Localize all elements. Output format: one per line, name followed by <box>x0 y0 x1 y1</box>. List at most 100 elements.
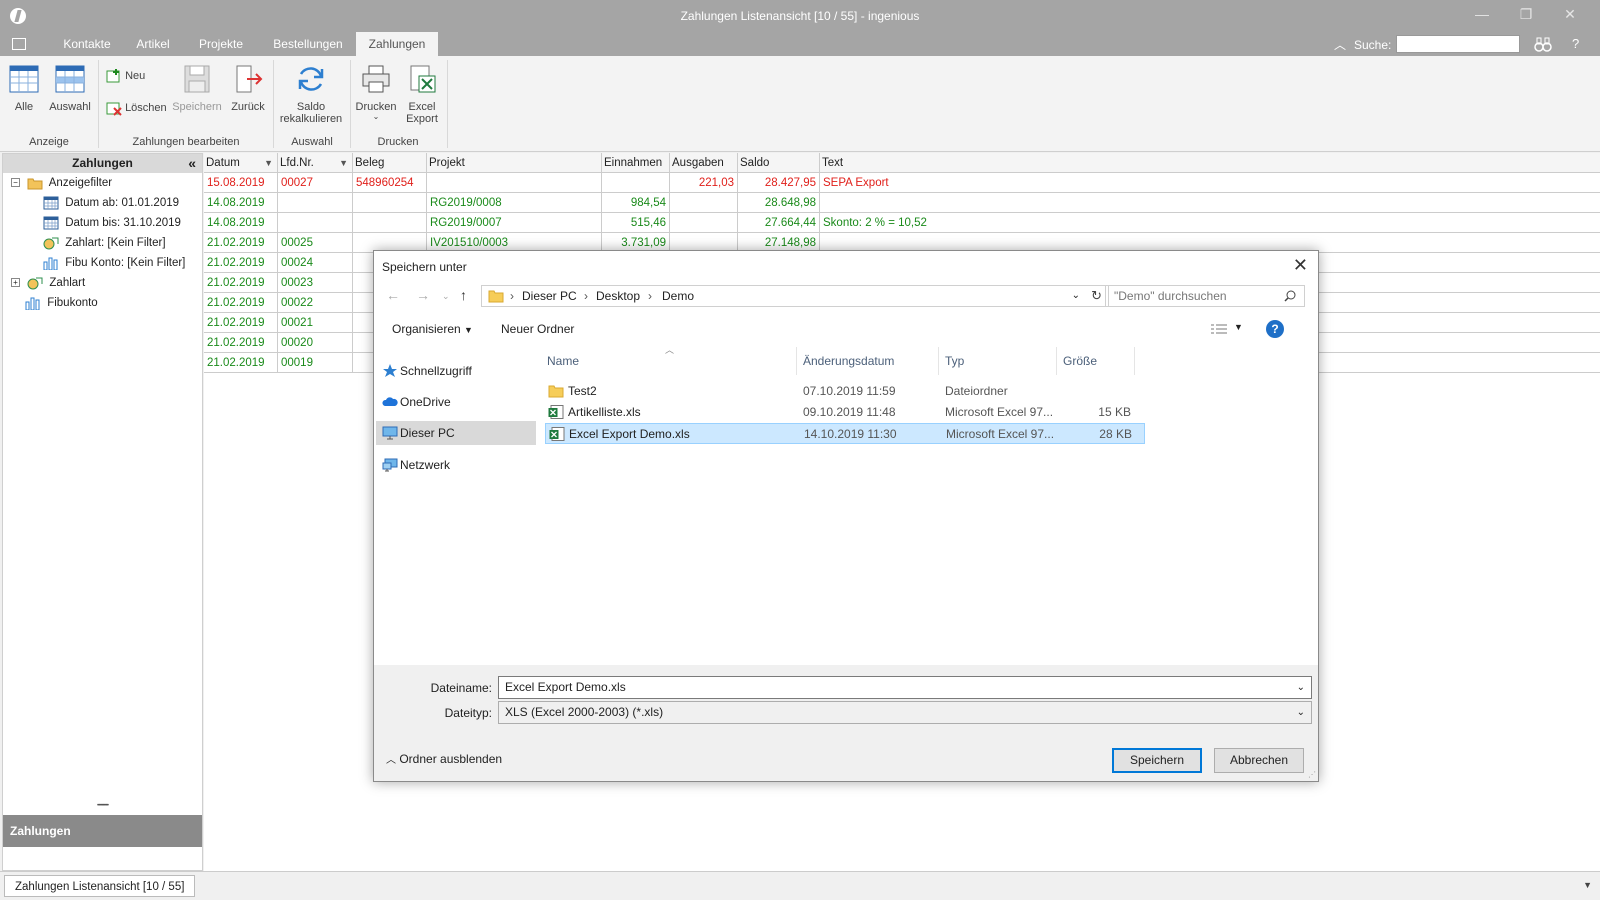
saldo-rekalkulieren-button[interactable]: Saldo rekalkulieren <box>278 64 344 125</box>
excel-label-line2: Export <box>406 113 438 125</box>
alle-button[interactable]: Alle <box>6 64 42 113</box>
excel-export-button[interactable]: Excel Export <box>402 64 442 125</box>
address-bar[interactable]: › Dieser PC › Desktop › Demo ⌄ ↻ <box>481 285 1109 307</box>
file-col-name[interactable]: Name <box>541 347 797 375</box>
col-projekt[interactable]: Projekt <box>427 153 602 173</box>
loeschen-button[interactable]: Löschen <box>106 100 170 116</box>
tab-bestellungen[interactable]: Bestellungen <box>266 32 350 56</box>
nav-onedrive[interactable]: OneDrive <box>376 390 536 414</box>
file-type: Dateiordner <box>945 384 1008 398</box>
col-datum[interactable]: Datum ▼ <box>204 153 278 173</box>
nav-netzwerk[interactable]: Netzwerk <box>376 453 536 477</box>
minimize-button[interactable]: — <box>1472 6 1492 22</box>
auswahl-label: Auswahl <box>49 101 91 113</box>
sidebar: Zahlungen « − Anzeigefilter Datum ab: 01… <box>2 153 203 871</box>
neuer-ordner-button[interactable]: Neuer Ordner <box>501 322 574 336</box>
nav-dieser-pc[interactable]: Dieser PC <box>376 421 536 445</box>
drucken-dropdown-icon[interactable]: ⌄ <box>354 113 398 121</box>
sort-down-icon[interactable]: ▼ <box>264 153 273 173</box>
tab-projekte[interactable]: Projekte <box>190 32 252 56</box>
view-options-icon[interactable] <box>1210 323 1228 335</box>
tree-item-zahlart-filter[interactable]: Zahlart: [Kein Filter] <box>43 234 166 252</box>
table-row[interactable]: 14.08.2019 RG2019/0007 515,46 27.664,44 Skon… <box>204 213 1600 233</box>
organisieren-button[interactable]: Organisieren ▼ <box>392 322 473 336</box>
tree-item-datum-ab[interactable]: Datum ab: 01.01.2019 <box>43 194 179 212</box>
filetype-select[interactable]: XLS (Excel 2000-2003) (*.xls) ⌄ <box>498 701 1312 724</box>
file-item[interactable]: Excel Export Demo.xls 14.10.2019 11:30 Mic… <box>545 423 1145 444</box>
tree-item-fibukonto[interactable]: Fibukonto <box>25 294 98 312</box>
refresh-icon[interactable]: ↻ <box>1091 286 1102 306</box>
drucken-button[interactable]: Drucken ⌄ <box>354 64 398 121</box>
ribbon-collapse-icon[interactable]: ︿ <box>1334 36 1346 53</box>
bar-chart-icon <box>43 257 58 270</box>
restore-button[interactable]: ❐ <box>1516 6 1536 23</box>
up-arrow-icon[interactable]: ↑ <box>460 287 467 303</box>
tree-expand-icon[interactable]: + <box>11 278 20 288</box>
sidebar-splitter-grip[interactable]: •••••••••• <box>3 803 202 809</box>
resize-grip-icon[interactable]: ⋰ <box>1308 770 1316 779</box>
auswahl-button[interactable]: Auswahl <box>48 64 92 113</box>
table-row[interactable]: 15.08.2019 00027 548960254 221,03 28.427,95 S… <box>204 173 1600 193</box>
sidebar-collapse-icon[interactable]: « <box>188 155 196 171</box>
tree-item-datum-bis[interactable]: Datum bis: 31.10.2019 <box>43 214 181 232</box>
recent-dropdown-icon[interactable]: ⌄ <box>442 291 450 302</box>
file-col-type[interactable]: Typ <box>939 347 1057 375</box>
back-arrow-icon[interactable]: ← <box>386 287 400 303</box>
ordner-ausblenden-button[interactable]: ︿ Ordner ausblenden <box>386 751 502 766</box>
file-col-date[interactable]: Änderungsdatum <box>797 347 939 375</box>
tab-artikel[interactable]: Artikel <box>127 32 179 56</box>
ribbon-separator <box>350 60 351 148</box>
tree-label: Datum ab: 01.01.2019 <box>65 197 180 209</box>
help-icon[interactable]: ? <box>1572 36 1579 51</box>
filename-input[interactable]: Excel Export Demo.xls ⌄ <box>498 676 1312 699</box>
col-saldo[interactable]: Saldo <box>738 153 820 173</box>
col-einnahmen[interactable]: Einnahmen <box>602 153 670 173</box>
breadcrumb-desktop[interactable]: Desktop <box>596 286 640 306</box>
speichern-button[interactable]: Speichern <box>172 64 222 113</box>
tab-zahlungen[interactable]: Zahlungen <box>356 32 438 56</box>
table-cell <box>670 213 738 233</box>
sidebar-bottom-section[interactable]: Zahlungen <box>3 815 202 847</box>
view-dropdown-icon[interactable]: ▼ <box>1234 322 1243 332</box>
save-button[interactable]: Speichern <box>1112 748 1202 773</box>
dialog-search-input[interactable]: "Demo" durchsuchen <box>1105 285 1305 307</box>
sort-down-icon[interactable]: ▼ <box>339 153 348 173</box>
group-zahlungen-bearbeiten-label: Zahlungen bearbeiten <box>132 136 240 148</box>
file-item[interactable]: Test2 07.10.2019 11:59 Dateiordner <box>545 381 1145 402</box>
close-window-button[interactable]: ✕ <box>1560 6 1580 23</box>
col-text[interactable]: Text <box>820 153 1600 173</box>
file-item[interactable]: Artikelliste.xls 09.10.2019 11:48 Microsof… <box>545 402 1145 423</box>
ribbon-separator <box>98 60 99 148</box>
table-cell: 00020 <box>278 333 353 353</box>
forward-arrow-icon[interactable]: → <box>416 287 430 303</box>
status-dropdown-icon[interactable]: ▼ <box>1583 880 1592 890</box>
binoculars-icon[interactable] <box>1534 36 1552 52</box>
address-dropdown-icon[interactable]: ⌄ <box>1072 286 1080 306</box>
tree-expand-icon[interactable]: − <box>11 178 20 188</box>
col-beleg[interactable]: Beleg <box>353 153 427 173</box>
tree-label: Zahlart <box>49 277 86 289</box>
search-input[interactable] <box>1396 35 1520 53</box>
dialog-close-button[interactable]: ✕ <box>1293 255 1308 276</box>
tree-item-anzeigefilter[interactable]: − Anzeigefilter <box>11 174 112 192</box>
breadcrumb-demo[interactable]: Demo <box>662 286 694 306</box>
col-ausgaben[interactable]: Ausgaben <box>670 153 738 173</box>
table-row[interactable]: 14.08.2019 RG2019/0008 984,54 28.648,98 <box>204 193 1600 213</box>
tree-item-zahlart[interactable]: + Zahlart <box>11 274 85 292</box>
col-label: Lfd.Nr. <box>280 157 314 169</box>
nav-schnellzugriff[interactable]: Schnellzugriff <box>376 359 536 383</box>
neu-button[interactable]: Neu <box>106 68 154 84</box>
help-icon[interactable]: ? <box>1266 320 1284 338</box>
col-lfdnr[interactable]: Lfd.Nr. ▼ <box>278 153 353 173</box>
cancel-button[interactable]: Abbrechen <box>1214 748 1304 773</box>
filetype-dropdown-icon[interactable]: ⌄ <box>1297 702 1305 723</box>
filename-dropdown-icon[interactable]: ⌄ <box>1297 677 1305 698</box>
breadcrumb-dieser-pc[interactable]: Dieser PC <box>522 286 577 306</box>
open-view-tab[interactable]: Zahlungen Listenansicht [10 / 55] <box>4 875 196 897</box>
tree-item-fibu-konto-filter[interactable]: Fibu Konto: [Kein Filter] <box>43 254 185 272</box>
zurueck-button[interactable]: Zurück <box>228 64 268 113</box>
tab-kontakte[interactable]: Kontakte <box>52 32 122 56</box>
app-menu-icon[interactable] <box>12 38 26 50</box>
file-date: 09.10.2019 11:48 <box>803 405 896 419</box>
file-col-size[interactable]: Größe <box>1057 347 1135 375</box>
